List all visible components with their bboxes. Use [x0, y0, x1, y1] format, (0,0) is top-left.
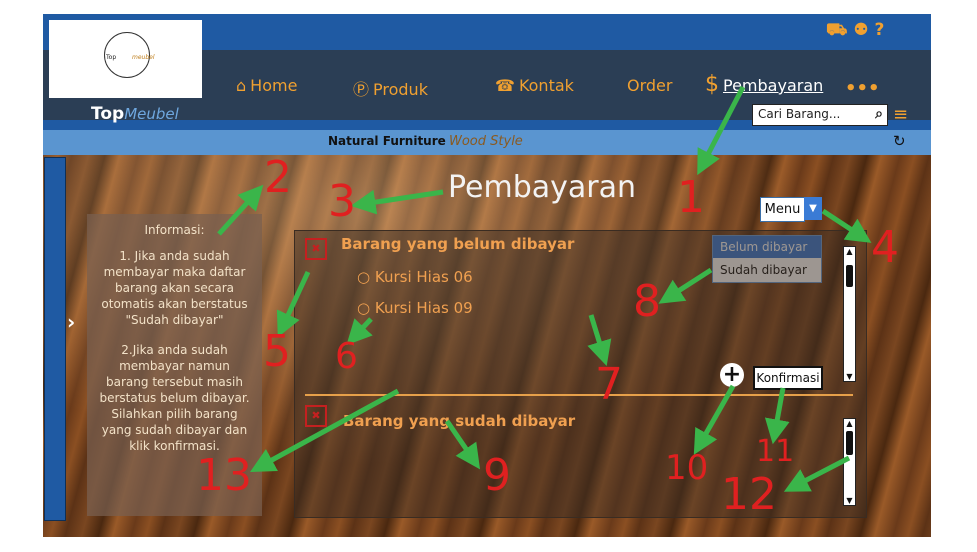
annotation-arrow-6 — [346, 317, 373, 346]
annotation-number-10: 10 — [665, 448, 709, 488]
annotation-arrow-13 — [250, 388, 400, 473]
annotation-arrow-10 — [693, 384, 736, 455]
annotation-arrow-5 — [276, 270, 311, 338]
annotation-number-11: 11 — [756, 434, 795, 469]
annotation-arrow-8 — [658, 267, 713, 304]
annotation-number-3: 3 — [328, 176, 356, 227]
annotation-number-8: 8 — [633, 276, 661, 327]
annotation-arrow-9 — [444, 419, 481, 470]
annotation-number-1: 1 — [677, 172, 705, 223]
app-frame: Top meubel TopMeubel ⛟ ⚉ ? ⌂ Home Ⓟ Produk… — [43, 14, 931, 537]
annotation-number-5: 5 — [263, 326, 291, 377]
annotation-arrow-12 — [783, 455, 851, 492]
annotation-number-9: 9 — [483, 450, 511, 501]
annotation-number-6: 6 — [335, 336, 358, 377]
annotation-number-4: 4 — [871, 222, 899, 273]
annotation-arrow-4 — [821, 208, 872, 243]
annotation-arrow-1 — [697, 85, 746, 176]
annotation-arrow-11 — [764, 387, 790, 445]
annotation-number-12: 12 — [721, 469, 777, 520]
annotation-number-2: 2 — [264, 152, 292, 203]
annotation-arrow-7 — [587, 314, 612, 366]
annotation-arrow-2 — [217, 184, 264, 236]
annotation-number-13: 13 — [196, 450, 252, 501]
annotation-arrow-3 — [350, 189, 444, 215]
annotation-number-7: 7 — [595, 359, 623, 410]
